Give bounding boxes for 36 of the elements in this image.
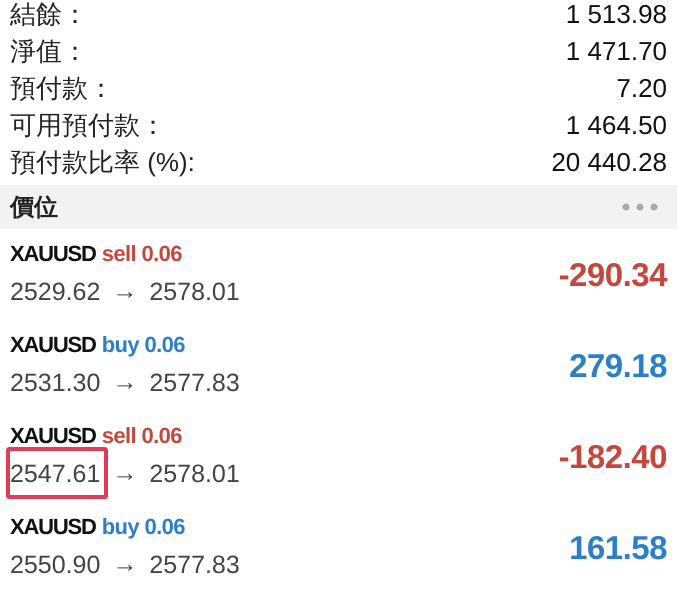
position-symbol: XAUUSD	[10, 422, 96, 450]
open-price: 2529.62	[10, 276, 100, 306]
position-profit: 161.58	[569, 528, 667, 566]
summary-value: 7.20	[616, 73, 667, 104]
arrow-symbol: →	[112, 368, 138, 397]
more-icon[interactable]	[622, 203, 658, 211]
position-profit: 279.18	[569, 346, 667, 384]
summary-value: 1 464.50	[566, 110, 667, 141]
open-price: 2547.61	[6, 446, 108, 498]
position-symbol: XAUUSD	[10, 330, 96, 358]
position-symbol: XAUUSD	[10, 240, 96, 268]
current-price: 2578.01	[149, 458, 240, 488]
section-title: 價位	[10, 193, 58, 223]
current-price: 2577.83	[149, 368, 240, 398]
order-type-volume: buy 0.06	[102, 330, 185, 359]
summary-value: 1 471.70	[566, 36, 667, 67]
position-profit: -290.34	[558, 256, 667, 294]
order-type-volume: sell 0.06	[102, 240, 182, 268]
summary-label: 可用預付款：	[10, 109, 166, 142]
position-profit: -182.40	[558, 438, 667, 476]
position-symbol: XAUUSD	[10, 512, 96, 540]
arrow-symbol: →	[112, 550, 138, 579]
arrow-symbol: →	[112, 459, 138, 488]
order-type-volume: buy 0.06	[102, 512, 185, 541]
summary-value: 20 440.28	[551, 147, 667, 178]
summary-label: 預付款：	[10, 72, 114, 105]
summary-value: 1 513.98	[566, 0, 667, 30]
arrow-symbol: →	[112, 277, 138, 306]
summary-label: 結餘：	[10, 0, 88, 31]
summary-label: 預付款比率 (%):	[10, 146, 195, 179]
summary-label: 淨值：	[10, 35, 88, 68]
current-price: 2577.83	[149, 550, 240, 580]
current-price: 2578.01	[149, 276, 240, 306]
order-type-volume: sell 0.06	[102, 422, 182, 450]
open-price: 2550.90	[10, 550, 100, 580]
open-price: 2531.30	[10, 368, 100, 398]
